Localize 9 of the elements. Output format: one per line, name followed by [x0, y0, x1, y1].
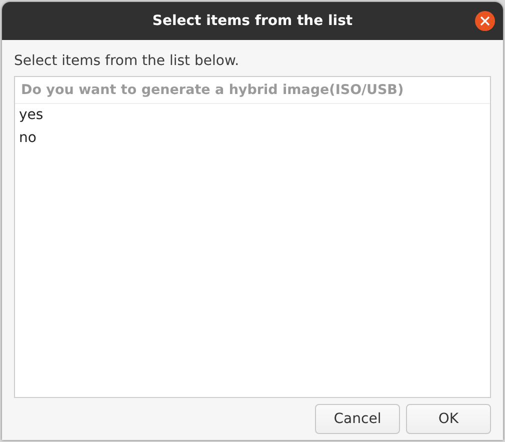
window-title: Select items from the list	[152, 12, 353, 30]
column-header: Do you want to generate a hybrid image(ISO/USB)	[15, 77, 490, 104]
list-item[interactable]: no	[15, 127, 490, 150]
dialog-button[interactable]: Cancel	[315, 404, 400, 434]
close-button[interactable]	[475, 11, 495, 31]
prompt-text: Select items from the list below.	[14, 52, 240, 70]
close-icon	[480, 16, 490, 26]
dialog-button[interactable]: OK	[406, 404, 491, 434]
list-item[interactable]: yes	[15, 104, 490, 128]
